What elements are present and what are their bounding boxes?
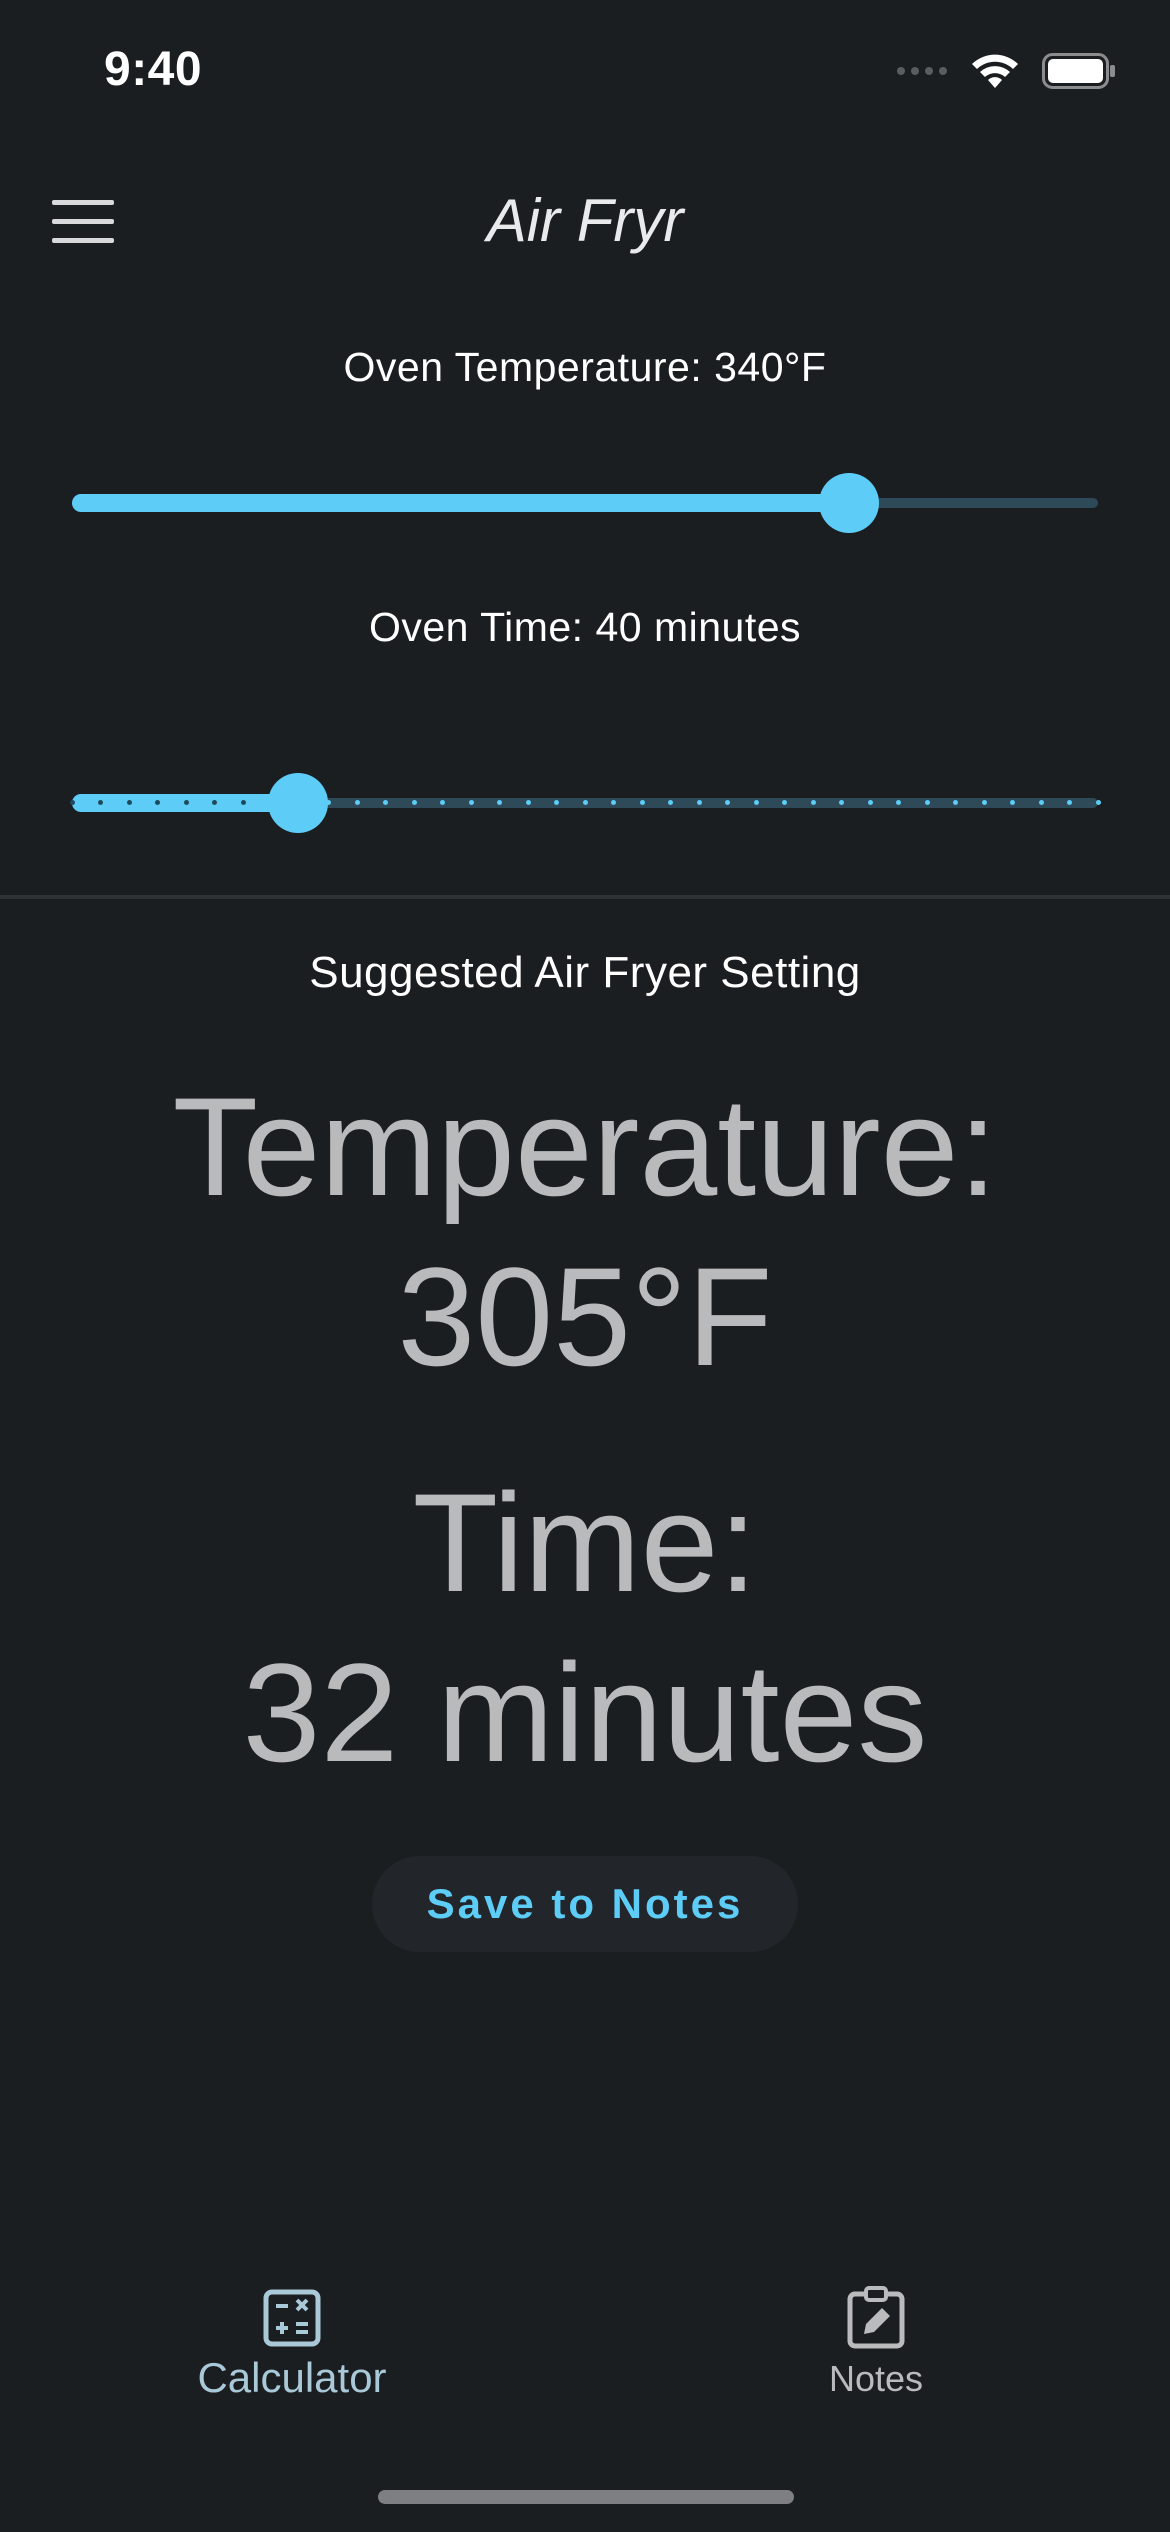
slider-tick	[839, 800, 844, 805]
time-value: 32 minutes	[242, 1634, 928, 1791]
slider-ticks	[69, 800, 1101, 806]
oven-time-slider[interactable]	[69, 771, 1101, 835]
oven-time-label: Oven Time: 40 minutes	[368, 604, 802, 650]
slider-tick	[240, 800, 246, 805]
slider-tick	[155, 800, 160, 805]
slider-active-track	[72, 494, 849, 512]
nav-tab-notes[interactable]: Notes	[776, 2286, 976, 2400]
slider-tick	[383, 800, 388, 805]
cellular-signal-icon	[897, 67, 947, 75]
slider-tick	[924, 800, 930, 805]
slider-tick	[1038, 800, 1044, 805]
slider-tick	[782, 800, 787, 805]
clipboard-edit-icon	[847, 2286, 905, 2349]
slider-tick	[497, 800, 502, 805]
slider-tick	[1010, 800, 1015, 805]
home-indicator	[378, 2490, 794, 2504]
nav-tab-calculator[interactable]: Calculator	[162, 2288, 422, 2402]
slider-tick	[611, 800, 616, 805]
slider-tick	[981, 800, 987, 805]
slider-tick	[554, 800, 559, 805]
slider-tick	[354, 800, 360, 805]
slider-tick	[211, 800, 217, 805]
slider-tick	[468, 800, 474, 805]
calculator-icon	[263, 2289, 321, 2347]
nav-label-notes: Notes	[828, 2358, 924, 2399]
slider-tick	[69, 800, 75, 805]
wifi-icon	[972, 54, 1018, 88]
slider-tick	[411, 800, 417, 805]
app-title: Air Fryr	[486, 187, 684, 254]
slider-tick	[1067, 800, 1072, 805]
slider-tick	[953, 800, 958, 805]
slider-thumb[interactable]	[818, 473, 879, 533]
slider-tick	[183, 800, 189, 805]
save-to-notes-button[interactable]: Save to Notes	[372, 1856, 798, 1952]
nav-label-calculator: Calculator	[197, 2354, 387, 2401]
temperature-label: Temperature:	[172, 1068, 998, 1225]
slider-tick	[696, 800, 702, 805]
time-label: Time:	[412, 1464, 758, 1621]
slider-tick	[725, 800, 730, 805]
oven-temperature-slider[interactable]	[72, 471, 1098, 535]
slider-tick	[525, 800, 531, 805]
slider-tick	[867, 800, 873, 805]
slider-tick	[582, 800, 588, 805]
slider-tick	[639, 800, 645, 805]
suggested-setting-heading: Suggested Air Fryer Setting	[309, 948, 861, 997]
slider-tick	[896, 800, 901, 805]
temperature-value: 305°F	[397, 1238, 773, 1395]
oven-temperature-label: Oven Temperature: 340°F	[343, 344, 827, 390]
slider-tick	[440, 800, 445, 805]
slider-tick	[810, 800, 816, 805]
slider-tick	[126, 800, 132, 805]
section-divider	[0, 895, 1170, 899]
slider-tick	[753, 800, 759, 805]
slider-tick	[98, 800, 103, 805]
status-time: 9:40	[104, 43, 203, 96]
slider-tick	[668, 800, 673, 805]
slider-tick	[1095, 800, 1101, 805]
status-icons	[896, 52, 1116, 90]
slider-thumb[interactable]	[267, 773, 328, 833]
battery-icon	[1042, 53, 1115, 89]
